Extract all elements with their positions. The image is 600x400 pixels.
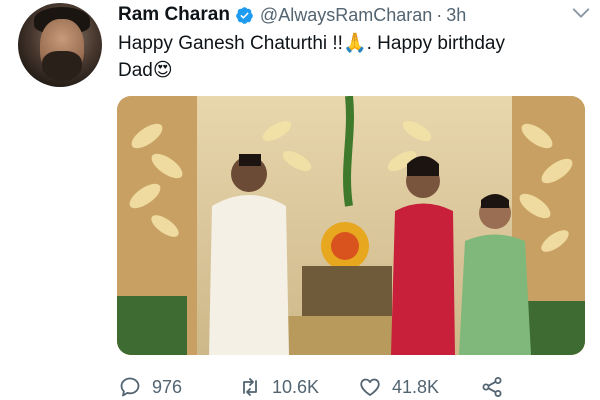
share-button[interactable] (480, 375, 504, 399)
tweet-timestamp[interactable]: 3h (446, 5, 466, 26)
avatar-beard (42, 51, 82, 81)
heart-icon (360, 378, 380, 396)
retweet-count: 10.6K (272, 376, 320, 397)
author-handle[interactable]: @AlwaysRamCharan (260, 5, 432, 26)
chevron-down-icon[interactable] (570, 2, 592, 24)
tweet-header: Ram Charan @AlwaysRamCharan · 3h (118, 2, 590, 28)
retweet-button[interactable]: 10.6K (238, 375, 319, 399)
tweet[interactable]: Ram Charan @AlwaysRamCharan · 3h Happy G… (0, 0, 600, 400)
photo-illustration (117, 96, 585, 355)
like-button[interactable]: 41.8K (358, 375, 439, 399)
verified-badge-icon (236, 6, 253, 24)
tweet-actions: 976 10.6K 41.8K (118, 375, 538, 400)
tweet-text-line: Happy Ganesh Chaturthi !!🙏. Happy birthd… (118, 33, 505, 54)
tweet-text-line: Dad😍 (118, 60, 173, 81)
reply-button[interactable]: 976 (118, 375, 182, 399)
retweet-icon (243, 378, 257, 396)
reply-count: 976 (152, 376, 183, 397)
tweet-text: Happy Ganesh Chaturthi !!🙏. Happy birthd… (118, 30, 588, 84)
header-separator: · (436, 4, 443, 25)
reply-icon (120, 377, 140, 397)
author-avatar[interactable] (18, 3, 102, 87)
like-count: 41.8K (392, 376, 440, 397)
author-name[interactable]: Ram Charan (118, 4, 230, 26)
tweet-photo[interactable] (117, 96, 585, 355)
share-icon (482, 377, 502, 397)
